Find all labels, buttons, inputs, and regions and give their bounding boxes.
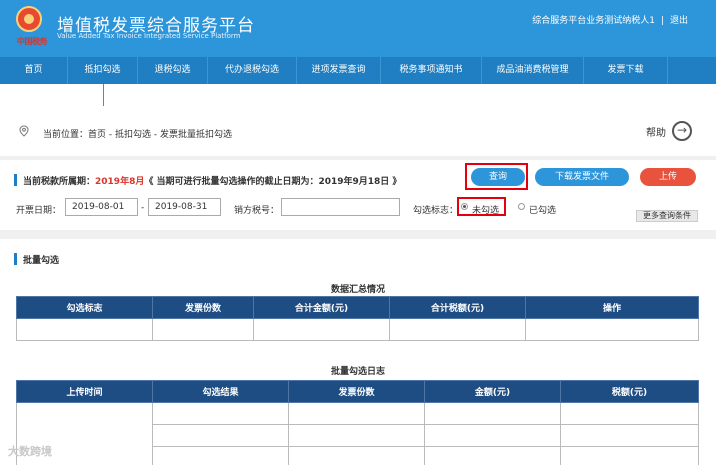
main-nav: 首页 抵扣勾选 退税勾选 代办退税勾选 进项发票查询 税务事项通知书 成品油消费… bbox=[0, 57, 716, 84]
summary-header-cell: 合计税额(元) bbox=[389, 296, 526, 319]
date-to-input[interactable] bbox=[148, 198, 221, 216]
nav-item-invoice-download[interactable]: 发票下载 bbox=[584, 57, 668, 84]
date-separator: - bbox=[141, 203, 145, 213]
section-marker bbox=[14, 253, 17, 265]
logo-text: 中国税务 bbox=[17, 37, 48, 46]
user-name: 综合服务平台业务测试纳税人1 bbox=[532, 16, 655, 26]
nav-item-input-invoice-query[interactable]: 进项发票查询 bbox=[297, 57, 381, 84]
upload-button[interactable]: 上传 bbox=[640, 168, 696, 186]
select-flag-label: 勾选标志： bbox=[413, 206, 459, 216]
breadcrumb: 当前位置：首页 - 抵扣勾选 - 发票批量抵扣勾选 bbox=[43, 130, 232, 140]
nav-item-home[interactable]: 首页 bbox=[0, 57, 68, 84]
log-header-cell: 发票份数 bbox=[288, 380, 425, 403]
summary-header-cell: 发票份数 bbox=[152, 296, 254, 319]
table-row bbox=[16, 402, 699, 465]
summary-header-cell: 勾选标志 bbox=[16, 296, 153, 319]
location-pin-icon bbox=[19, 125, 29, 137]
log-header-cell: 勾选结果 bbox=[152, 380, 289, 403]
section-marker bbox=[14, 174, 17, 186]
period-note: 《 当期可进行批量勾选操作的截止日期为：2019年9月18日 》 bbox=[144, 177, 402, 187]
nav-item-oil-tax[interactable]: 成品油消费税管理 bbox=[482, 57, 584, 84]
tax-emblem-logo bbox=[16, 6, 42, 32]
log-header-cell: 税额(元) bbox=[560, 380, 699, 403]
section-title: 批量勾选 bbox=[23, 256, 60, 266]
watermark: 大数跨境 bbox=[8, 445, 52, 458]
log-header-cell: 上传时间 bbox=[16, 380, 153, 403]
logout-link[interactable]: 退出 bbox=[670, 16, 688, 26]
batch-select-section: 批量勾选 数据汇总情况 勾选标志 发票份数 合计金额(元) 合计税额(元) 操作… bbox=[0, 239, 716, 465]
nav-item-deduction-select[interactable]: 抵扣勾选 bbox=[68, 57, 138, 84]
seller-tax-id-input[interactable] bbox=[281, 198, 400, 216]
seller-tax-id-label: 销方税号： bbox=[234, 206, 280, 216]
highlight-box-query bbox=[465, 163, 528, 190]
help-label: 帮助 bbox=[646, 127, 666, 139]
summary-caption: 数据汇总情况 bbox=[330, 285, 385, 295]
invoice-date-label: 开票日期： bbox=[16, 206, 62, 216]
app-subtitle: Value Added Tax Invoice Integrated Servi… bbox=[57, 32, 241, 40]
arrow-right-circle-icon bbox=[672, 121, 692, 141]
download-invoice-file-button[interactable]: 下载发票文件 bbox=[535, 168, 629, 186]
app-header: 中国税务 增值税发票综合服务平台 Value Added Tax Invoice… bbox=[0, 0, 716, 57]
table-row bbox=[16, 318, 699, 341]
summary-table: 勾选标志 发票份数 合计金额(元) 合计税额(元) 操作 bbox=[16, 296, 699, 341]
tax-period: 当前税款所属期：2019年8月《 当期可进行批量勾选操作的截止日期为：2019年… bbox=[23, 174, 401, 187]
query-panel: 当前税款所属期：2019年8月《 当期可进行批量勾选操作的截止日期为：2019年… bbox=[0, 160, 716, 230]
period-value: 2019年8月 bbox=[95, 177, 145, 187]
log-table: 上传时间 勾选结果 发票份数 金额(元) 税额(元) bbox=[16, 380, 699, 465]
summary-header-cell: 合计金额(元) bbox=[253, 296, 390, 319]
radio-selected[interactable] bbox=[518, 203, 525, 210]
radio-selected-label: 已勾选 bbox=[529, 206, 557, 216]
user-separator: | bbox=[660, 16, 664, 26]
nav-item-tax-notice[interactable]: 税务事项通知书 bbox=[381, 57, 482, 84]
nav-item-agent-refund-select[interactable]: 代办退税勾选 bbox=[208, 57, 297, 84]
period-label: 当前税款所属期： bbox=[23, 177, 96, 187]
summary-header-cell: 操作 bbox=[525, 296, 699, 319]
nav-item-refund-select[interactable]: 退税勾选 bbox=[138, 57, 208, 84]
user-area: 综合服务平台业务测试纳税人1 | 退出 bbox=[532, 13, 688, 26]
log-caption: 批量勾选日志 bbox=[330, 367, 385, 377]
breadcrumb-bar: 当前位置：首页 - 抵扣勾选 - 发票批量抵扣勾选 帮助 bbox=[0, 84, 716, 156]
active-nav-indicator bbox=[103, 84, 104, 106]
date-from-input[interactable] bbox=[65, 198, 138, 216]
help-button[interactable]: 帮助 bbox=[646, 121, 692, 141]
more-query-conditions-button[interactable]: 更多查询条件 bbox=[636, 210, 698, 222]
highlight-box-unselected bbox=[457, 197, 506, 216]
log-header-cell: 金额(元) bbox=[424, 380, 561, 403]
